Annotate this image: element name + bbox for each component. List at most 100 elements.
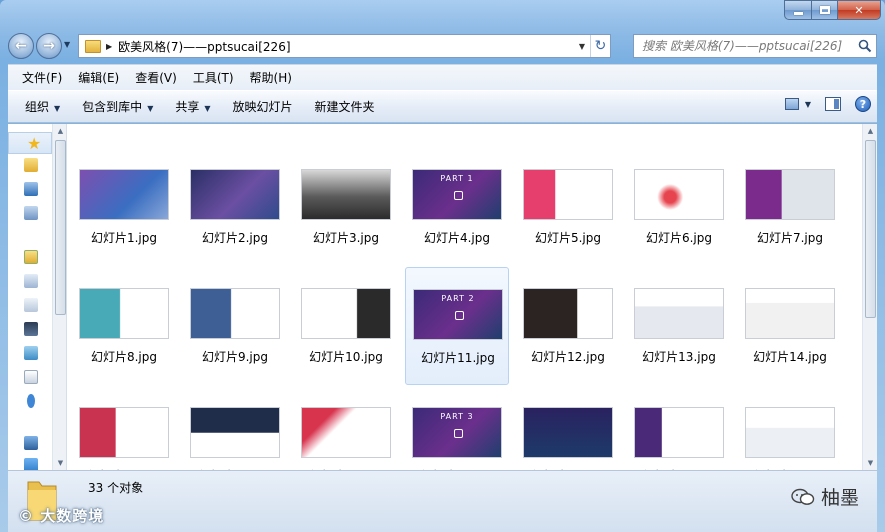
menu-tools[interactable]: 工具(T) (185, 66, 242, 89)
libraries-icon[interactable] (24, 250, 38, 264)
folder-icon[interactable] (24, 158, 38, 172)
file-item[interactable]: PART 2 幻灯片11.jpg (405, 267, 509, 385)
file-item[interactable]: 幻灯片12.jpg (516, 288, 620, 406)
file-thumbnail[interactable] (634, 169, 724, 220)
videos-icon[interactable] (24, 322, 38, 336)
file-thumbnail[interactable] (745, 169, 835, 220)
file-name[interactable]: 幻灯片13.jpg (627, 348, 731, 365)
close-button[interactable]: ✕ (837, 0, 881, 20)
address-dropdown[interactable]: ▼ (574, 42, 590, 51)
file-thumbnail[interactable] (301, 407, 391, 458)
file-item[interactable]: 幻灯片6.jpg (627, 169, 731, 287)
menu-help[interactable]: 帮助(H) (242, 66, 300, 89)
search-icon[interactable] (854, 35, 876, 57)
file-item[interactable]: 幻灯片9.jpg (183, 288, 287, 406)
file-item[interactable]: 幻灯片19.jpg (516, 407, 620, 470)
document-icon[interactable] (24, 298, 38, 312)
file-name[interactable]: 幻灯片12.jpg (516, 348, 620, 365)
desktop-icon[interactable] (24, 182, 38, 196)
forward-button[interactable]: → (36, 33, 62, 59)
file-thumbnail[interactable]: PART 3 (412, 407, 502, 458)
address-bar[interactable]: ▶ 欧美风格(7)——pptsucai[226] ▼ ↻ (78, 34, 611, 58)
file-item[interactable]: 幻灯片15.jpg (72, 407, 176, 470)
file-item[interactable]: 幻灯片16.jpg (183, 407, 287, 470)
file-thumbnail[interactable] (301, 288, 391, 339)
file-name[interactable]: 幻灯片11.jpg (406, 349, 510, 366)
file-item[interactable]: 幻灯片2.jpg (183, 169, 287, 287)
file-thumbnail[interactable] (745, 407, 835, 458)
file-icon[interactable] (24, 370, 38, 384)
pictures-icon[interactable] (24, 346, 38, 360)
file-thumbnail[interactable] (523, 169, 613, 220)
file-thumbnail[interactable] (523, 407, 613, 458)
file-thumbnail[interactable] (634, 288, 724, 339)
file-item[interactable]: 幻灯片5.jpg (516, 169, 620, 287)
music-icon[interactable] (27, 394, 35, 408)
file-name[interactable]: 幻灯片7.jpg (738, 229, 842, 246)
file-thumbnail[interactable] (301, 169, 391, 220)
file-list-scrollbar[interactable]: ▲ ▼ (862, 124, 877, 470)
share-button[interactable]: 共享 ▼ (168, 94, 217, 119)
scrollbar-thumb[interactable] (865, 140, 876, 318)
file-thumbnail[interactable] (190, 288, 280, 339)
file-thumbnail[interactable] (523, 288, 613, 339)
file-name[interactable]: 幻灯片3.jpg (294, 229, 398, 246)
breadcrumb-chevron-icon[interactable]: ▶ (106, 42, 112, 51)
change-view-button[interactable]: ▼ (784, 98, 811, 110)
recent-pages-dropdown[interactable]: ▼ (64, 40, 74, 52)
file-item[interactable]: 幻灯片8.jpg (72, 288, 176, 406)
scroll-down-icon[interactable]: ▼ (863, 456, 878, 470)
scrollbar-thumb[interactable] (55, 140, 66, 315)
menu-file[interactable]: 文件(F) (14, 66, 70, 89)
file-name[interactable]: 幻灯片14.jpg (738, 348, 842, 365)
file-item[interactable]: 幻灯片3.jpg (294, 169, 398, 287)
file-thumbnail[interactable]: PART 2 (413, 289, 503, 340)
menu-edit[interactable]: 编辑(E) (70, 66, 127, 89)
help-icon[interactable]: ? (855, 96, 871, 112)
file-thumbnail[interactable] (190, 169, 280, 220)
file-thumbnail[interactable] (79, 407, 169, 458)
include-library-button[interactable]: 包含到库中 ▼ (75, 94, 160, 119)
navigation-scrollbar[interactable]: ▲ ▼ (52, 124, 66, 470)
organize-button[interactable]: 组织 ▼ (18, 94, 67, 119)
file-thumbnail[interactable] (79, 288, 169, 339)
file-thumbnail[interactable] (190, 407, 280, 458)
file-item[interactable]: 幻灯片20.jpg (627, 407, 731, 470)
search-box[interactable] (633, 34, 877, 58)
file-name[interactable]: 幻灯片2.jpg (183, 229, 287, 246)
file-item[interactable]: 幻灯片14.jpg (738, 288, 842, 406)
file-name[interactable]: 幻灯片10.jpg (294, 348, 398, 365)
slideshow-button[interactable]: 放映幻灯片 (226, 94, 300, 119)
file-thumbnail[interactable] (79, 169, 169, 220)
file-thumbnail[interactable] (745, 288, 835, 339)
file-item[interactable]: 幻灯片7.jpg (738, 169, 842, 287)
scroll-up-icon[interactable]: ▲ (53, 124, 66, 138)
address-path[interactable]: 欧美风格(7)——pptsucai[226] (118, 38, 574, 55)
new-folder-button[interactable]: 新建文件夹 (308, 94, 382, 119)
favorites-item[interactable]: ★ (8, 132, 52, 154)
file-item[interactable]: 幻灯片17.jpg (294, 407, 398, 470)
documents-icon[interactable] (24, 274, 38, 288)
scroll-up-icon[interactable]: ▲ (863, 124, 878, 138)
file-thumbnail[interactable] (634, 407, 724, 458)
file-item[interactable]: 幻灯片10.jpg (294, 288, 398, 406)
file-item[interactable]: 幻灯片21.jpg (738, 407, 842, 470)
minimize-button[interactable] (784, 0, 811, 20)
file-item[interactable]: 幻灯片13.jpg (627, 288, 731, 406)
menu-view[interactable]: 查看(V) (127, 66, 185, 89)
preview-pane-button[interactable] (825, 97, 841, 111)
file-name[interactable]: 幻灯片5.jpg (516, 229, 620, 246)
file-name[interactable]: 幻灯片8.jpg (72, 348, 176, 365)
file-name[interactable]: 幻灯片4.jpg (405, 229, 509, 246)
maximize-button[interactable] (811, 0, 837, 20)
file-thumbnail[interactable]: PART 1 (412, 169, 502, 220)
file-name[interactable]: 幻灯片9.jpg (183, 348, 287, 365)
file-name[interactable]: 幻灯片1.jpg (72, 229, 176, 246)
file-item[interactable]: PART 3幻灯片18.jpg (405, 407, 509, 470)
file-item[interactable]: 幻灯片1.jpg (72, 169, 176, 287)
recent-places-icon[interactable] (24, 206, 38, 220)
network-icon[interactable] (24, 458, 38, 470)
computer-icon[interactable] (24, 436, 38, 450)
search-input[interactable] (634, 39, 854, 53)
scroll-down-icon[interactable]: ▼ (53, 456, 66, 470)
